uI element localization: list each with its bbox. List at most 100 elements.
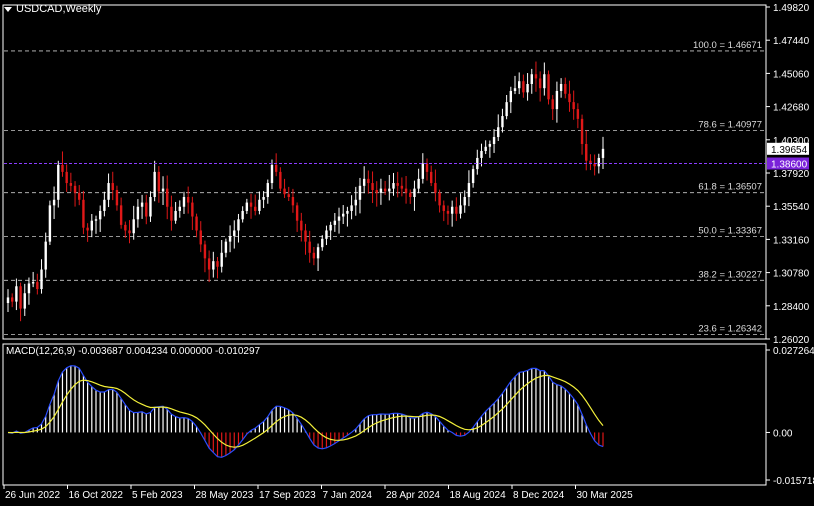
candle-bull	[337, 216, 341, 221]
time-tick-label: 28 Apr 2024	[386, 490, 440, 501]
candle-bull	[480, 150, 483, 158]
price-panel-frame	[2, 4, 767, 340]
candle-bear	[300, 220, 303, 231]
candle-bull	[492, 137, 496, 144]
price-tick-label: 1.28400	[773, 302, 810, 313]
candle-bull	[517, 81, 521, 89]
candle-bull	[392, 183, 395, 189]
time-tick-label: 16 Oct 2022	[69, 490, 124, 501]
candle-bull	[140, 202, 144, 207]
candle-bull	[325, 230, 328, 239]
candle-bull	[262, 196, 265, 200]
candle-bull	[153, 171, 156, 197]
candle-bull	[258, 199, 261, 211]
candle-bear	[295, 205, 299, 221]
candle-bear	[65, 171, 68, 184]
macd-tick-label: -0.015718	[773, 476, 814, 487]
candle-bear	[73, 185, 77, 193]
fibonacci-label: 61.8 = 1.36507	[698, 182, 762, 193]
dropdown-arrow-icon[interactable]	[4, 6, 12, 12]
candle-bear	[124, 224, 127, 231]
macd-tick-label: 0.00	[773, 428, 793, 439]
fibonacci-label: 100.0 = 1.46671	[693, 40, 762, 51]
candle-bull	[459, 205, 462, 214]
signal-line	[7, 374, 604, 448]
candle-bear	[82, 199, 85, 228]
candle-bull	[245, 202, 249, 211]
candle-bull	[421, 163, 425, 179]
candle-bear	[291, 196, 295, 206]
candle-bull	[388, 188, 391, 192]
time-tick-label: 26 Jun 2022	[5, 490, 60, 501]
candle-bull	[488, 143, 492, 147]
candle-bear	[69, 183, 73, 186]
candle-bear	[203, 244, 207, 259]
time-tick-label: 8 Dec 2024	[513, 490, 565, 501]
candle-bear	[400, 185, 404, 189]
candle-bull	[379, 188, 383, 193]
candle-bull	[132, 219, 135, 234]
fibonacci-label: 23.6 = 1.26342	[698, 324, 762, 335]
candle-bull	[233, 230, 236, 237]
candle-bear	[254, 206, 257, 211]
time-tick-label: 18 Aug 2024	[450, 490, 507, 501]
candle-bear	[274, 164, 278, 172]
candlestick-series	[6, 61, 605, 322]
price-tick-label: 1.37920	[773, 169, 810, 180]
time-tick-label: 28 May 2023	[196, 490, 254, 501]
candle-bear	[446, 210, 450, 214]
price-tick-label: 1.35540	[773, 202, 810, 213]
candle-bull	[362, 178, 366, 186]
candle-bull	[450, 206, 454, 214]
candle-bear	[191, 202, 194, 217]
candle-bull	[471, 169, 475, 184]
candle-bull	[270, 164, 274, 184]
candle-bull	[98, 210, 102, 220]
candle-bear	[425, 163, 429, 172]
macd-line	[7, 365, 604, 458]
candle-bear	[279, 171, 282, 189]
candle-bear	[572, 102, 575, 110]
candle-bull	[497, 127, 500, 138]
candle-bear	[115, 190, 119, 206]
candle-bull	[136, 206, 140, 220]
time-tick-label: 5 Feb 2023	[132, 490, 183, 501]
macd-tick-label: 0.027264	[773, 346, 814, 357]
candle-bear	[430, 171, 433, 184]
candle-bull	[509, 90, 513, 103]
candle-bear	[404, 188, 408, 193]
price-tick-label: 1.45060	[773, 69, 810, 80]
candle-bull	[15, 286, 18, 302]
chart-title[interactable]: USDCAD,Weekly	[4, 3, 101, 15]
macd-indicator	[7, 365, 604, 458]
candle-bull	[559, 84, 563, 91]
candle-bear	[409, 192, 412, 197]
candle-bull	[342, 213, 345, 217]
candle-bull	[182, 196, 186, 207]
candle-bull	[90, 220, 94, 231]
candle-bull	[174, 210, 177, 221]
candle-bull	[597, 157, 601, 167]
candle-bull	[530, 74, 533, 85]
candle-bull	[350, 205, 353, 211]
candle-bear	[438, 192, 441, 206]
candle-bull	[417, 178, 420, 189]
candle-bull	[237, 219, 240, 231]
candle-bear	[199, 230, 202, 245]
candle-bull	[224, 241, 228, 253]
candle-bull	[316, 247, 320, 259]
candle-bear	[10, 297, 14, 302]
candle-bear	[538, 78, 542, 89]
price-tick-label: 1.47440	[773, 36, 810, 47]
time-tick-label: 7 Jan 2024	[323, 490, 373, 501]
candle-bear	[547, 74, 550, 100]
candle-bear	[157, 171, 161, 192]
candle-bear	[383, 188, 387, 192]
candle-bear	[128, 230, 131, 234]
candle-bull	[266, 183, 269, 197]
candle-bull	[48, 205, 52, 242]
candle-bull	[57, 164, 60, 200]
time-tick-label: 17 Sep 2023	[259, 490, 316, 501]
candle-bull	[555, 90, 559, 110]
candle-bear	[186, 196, 190, 203]
